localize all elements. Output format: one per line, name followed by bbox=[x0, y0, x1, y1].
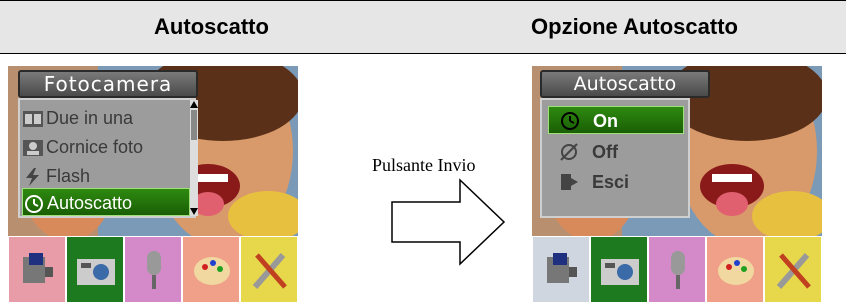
camera-icon[interactable] bbox=[590, 236, 648, 303]
menu-title: Fotocamera bbox=[18, 70, 198, 98]
menu-item-label: Flash bbox=[46, 166, 91, 186]
camera-screen-right: Autoscatto On Off Esci bbox=[532, 66, 822, 303]
menu-item-label: Cornice foto bbox=[46, 137, 144, 157]
option-label: Off bbox=[592, 142, 618, 162]
menu-item-flash[interactable]: Flash bbox=[22, 162, 190, 190]
mode-toolbar bbox=[532, 236, 822, 303]
tools-icon[interactable] bbox=[764, 236, 822, 303]
right-arrow-icon bbox=[391, 178, 506, 266]
palette-icon[interactable] bbox=[182, 236, 240, 303]
option-panel: On Off Esci bbox=[540, 98, 690, 218]
self-timer-icon bbox=[559, 111, 581, 131]
option-label: On bbox=[593, 111, 618, 131]
arrow-label: Pulsante Invio bbox=[372, 155, 476, 175]
option-off[interactable]: Off bbox=[548, 138, 684, 166]
photo-frame-icon bbox=[22, 138, 44, 158]
header-row: Autoscatto Opzione Autoscatto bbox=[0, 0, 846, 54]
menu-item-cornice-foto[interactable]: Cornice foto bbox=[22, 133, 190, 161]
option-on[interactable]: On bbox=[548, 106, 684, 134]
self-timer-icon bbox=[23, 194, 45, 214]
menu-item-label: Due in una bbox=[46, 108, 134, 128]
camcorder-icon[interactable] bbox=[532, 236, 590, 303]
self-timer-off-icon bbox=[558, 142, 580, 162]
header-opzione-autoscatto: Opzione Autoscatto bbox=[531, 14, 738, 39]
camcorder-icon[interactable] bbox=[8, 236, 66, 303]
camera-icon[interactable] bbox=[66, 236, 124, 303]
menu-item-label: Autoscatto bbox=[47, 193, 133, 213]
mode-toolbar bbox=[8, 236, 298, 303]
microphone-icon[interactable] bbox=[648, 236, 706, 303]
microphone-icon[interactable] bbox=[124, 236, 182, 303]
option-esci[interactable]: Esci bbox=[548, 168, 684, 196]
palette-icon[interactable] bbox=[706, 236, 764, 303]
flash-icon bbox=[22, 167, 44, 187]
two-in-one-icon bbox=[22, 109, 44, 129]
menu-title: Autoscatto bbox=[540, 70, 710, 98]
menu-panel: Due in una Cornice foto Flash Autoscatto bbox=[18, 98, 198, 218]
menu-scrollbar[interactable] bbox=[190, 100, 198, 216]
tools-icon[interactable] bbox=[240, 236, 298, 303]
header-autoscatto: Autoscatto bbox=[154, 14, 269, 39]
option-label: Esci bbox=[592, 172, 630, 192]
menu-item-autoscatto[interactable]: Autoscatto bbox=[22, 188, 190, 216]
camera-screen-left: Fotocamera Due in una Cornice foto Flash bbox=[8, 66, 298, 303]
document-table: Autoscatto Opzione Autoscatto Fotocamera… bbox=[0, 0, 846, 303]
exit-icon bbox=[558, 172, 580, 192]
menu-item-due-in-una[interactable]: Due in una bbox=[22, 104, 190, 132]
